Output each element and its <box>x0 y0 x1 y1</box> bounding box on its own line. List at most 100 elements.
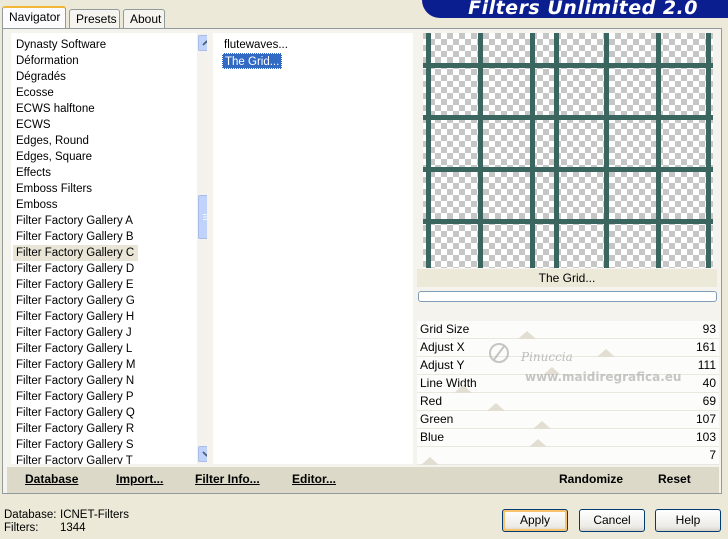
param-label: Blue <box>420 430 445 444</box>
category-item[interactable]: Filter Factory Gallery Q <box>16 405 135 421</box>
scroll-thumb[interactable] <box>198 195 207 239</box>
category-item[interactable]: Filter Factory Gallery A <box>16 213 133 229</box>
tab-about[interactable]: About <box>123 9 165 28</box>
param-adjust-y[interactable]: Adjust Y 111 <box>417 357 719 375</box>
category-item[interactable]: Filter Factory Gallery E <box>16 277 134 293</box>
param-label: Green <box>420 412 454 426</box>
grid-line-vertical <box>554 33 559 268</box>
tab-about-label: About <box>130 12 162 26</box>
param-red[interactable]: Red 69 <box>417 393 719 411</box>
slider-thumb-line-width[interactable] <box>454 385 472 393</box>
category-item[interactable]: Edges, Round <box>16 133 89 149</box>
category-scrollbar[interactable] <box>197 33 207 464</box>
chevron-down-icon <box>201 451 207 457</box>
grid-line-vertical <box>706 33 711 268</box>
slider-thumb-adjust-x[interactable] <box>597 349 615 357</box>
grid-line-horizontal <box>423 167 713 172</box>
category-item[interactable]: Dégradés <box>16 69 66 85</box>
category-item[interactable]: Effects <box>16 165 51 181</box>
import-button[interactable]: Import... <box>116 472 163 486</box>
database-button[interactable]: Database <box>25 472 78 486</box>
category-item[interactable]: Filter Factory Gallery R <box>16 421 134 437</box>
slider-thumb-blue[interactable] <box>529 439 547 447</box>
category-item[interactable]: Filter Factory Gallery P <box>16 389 134 405</box>
cancel-button[interactable]: Cancel <box>579 509 645 532</box>
grip-icon <box>203 214 207 220</box>
param-value: 161 <box>695 340 716 354</box>
category-item[interactable]: Filter Factory Gallery T <box>16 453 133 464</box>
grid-line-vertical <box>426 33 431 268</box>
param-green[interactable]: Green 107 <box>417 411 719 429</box>
param-value: 7 <box>709 448 716 462</box>
param-adjust-x[interactable]: Adjust X 161 <box>417 339 719 357</box>
category-list[interactable]: Filter Factory Gallery T Filter Factory G… <box>11 33 207 464</box>
category-item[interactable]: Filter Factory Gallery D <box>16 261 134 277</box>
category-item[interactable]: ECWS <box>16 117 51 133</box>
param-value: 40 <box>702 376 716 390</box>
filters-count-value: 1344 <box>60 522 86 534</box>
filter-item-flutewaves[interactable]: flutewaves... <box>222 37 290 53</box>
tab-navigator-label: Navigator <box>9 10 61 24</box>
param-label: Grid Size <box>420 322 470 336</box>
grid-line-horizontal <box>423 63 713 68</box>
param-label: Adjust Y <box>420 358 465 372</box>
param-blue[interactable]: Blue 103 <box>417 429 719 447</box>
filter-info-button[interactable]: Filter Info... <box>195 472 260 486</box>
scroll-up-button[interactable] <box>198 35 207 51</box>
app-title: Filters Unlimited 2.0 <box>468 0 698 18</box>
param-label: Red <box>420 394 443 408</box>
category-item[interactable]: Filter Factory Gallery G <box>16 293 135 309</box>
tab-navigator[interactable]: Navigator <box>2 6 66 28</box>
category-item[interactable]: Filter Factory Gallery J <box>16 325 132 341</box>
database-label: Database: <box>4 509 57 521</box>
filters-count-label: Filters: <box>4 522 39 534</box>
filter-list[interactable]: flutewaves... The Grid... <box>213 33 413 464</box>
tab-presets-label: Presets <box>76 12 117 26</box>
editor-button[interactable]: Editor... <box>292 472 336 486</box>
slider-thumb-adjust-y[interactable] <box>543 367 561 375</box>
apply-button[interactable]: Apply <box>502 509 568 532</box>
category-item[interactable]: ECWS halftone <box>16 101 95 117</box>
help-button[interactable]: Help <box>655 509 721 532</box>
param-value: 69 <box>702 394 716 408</box>
category-item[interactable]: Filter Factory Gallery N <box>16 373 134 389</box>
category-item[interactable]: Filter Factory Gallery H <box>16 309 134 325</box>
category-item[interactable]: Ecosse <box>16 85 54 101</box>
filter-preview <box>423 33 713 268</box>
category-item[interactable]: Déformation <box>16 53 79 69</box>
param-value: 107 <box>695 412 716 426</box>
parameter-panel: Grid Size 93 Adjust X 161 Adjust Y 111 L… <box>417 321 719 465</box>
param-grid-size[interactable]: Grid Size 93 <box>417 321 719 339</box>
app-banner: Filters Unlimited 2.0 <box>422 0 728 18</box>
tab-presets[interactable]: Presets <box>69 9 120 28</box>
randomize-button[interactable]: Randomize <box>559 472 623 486</box>
category-item[interactable]: Dynasty Software <box>16 37 106 53</box>
slider-thumb-grid-size[interactable] <box>518 331 536 339</box>
slider-thumb-extra[interactable] <box>421 457 439 465</box>
param-label: Adjust X <box>420 340 465 354</box>
grid-line-vertical <box>604 33 609 268</box>
slider-thumb-red[interactable] <box>487 403 505 411</box>
category-item[interactable]: Emboss Filters <box>16 181 92 197</box>
preview-filter-name: The Grid... <box>417 269 717 287</box>
category-item[interactable]: Emboss <box>16 197 58 213</box>
category-item[interactable]: Filter Factory Gallery L <box>16 341 132 357</box>
slider-thumb-green[interactable] <box>533 421 551 429</box>
grid-line-horizontal <box>423 219 713 224</box>
navigator-panel: Filter Factory Gallery T Filter Factory G… <box>2 28 722 494</box>
database-value: ICNET-Filters <box>60 509 129 521</box>
preview-image <box>423 33 713 268</box>
scroll-down-button[interactable] <box>198 446 207 462</box>
reset-button[interactable]: Reset <box>658 472 691 486</box>
category-item[interactable]: Filter Factory Gallery M <box>16 357 136 373</box>
grid-line-horizontal <box>423 115 713 120</box>
chevron-up-icon <box>201 40 207 46</box>
param-extra[interactable]: 7 <box>417 447 719 465</box>
category-item[interactable]: Filter Factory Gallery C <box>13 245 139 261</box>
category-item[interactable]: Filter Factory Gallery B <box>16 229 134 245</box>
grid-line-vertical <box>656 33 661 268</box>
category-item[interactable]: Filter Factory Gallery S <box>16 437 134 453</box>
filter-item-the-grid[interactable]: The Grid... <box>222 53 283 69</box>
category-item[interactable]: Edges, Square <box>16 149 92 165</box>
action-bar: Database Import... Filter Info... Editor… <box>7 467 719 493</box>
